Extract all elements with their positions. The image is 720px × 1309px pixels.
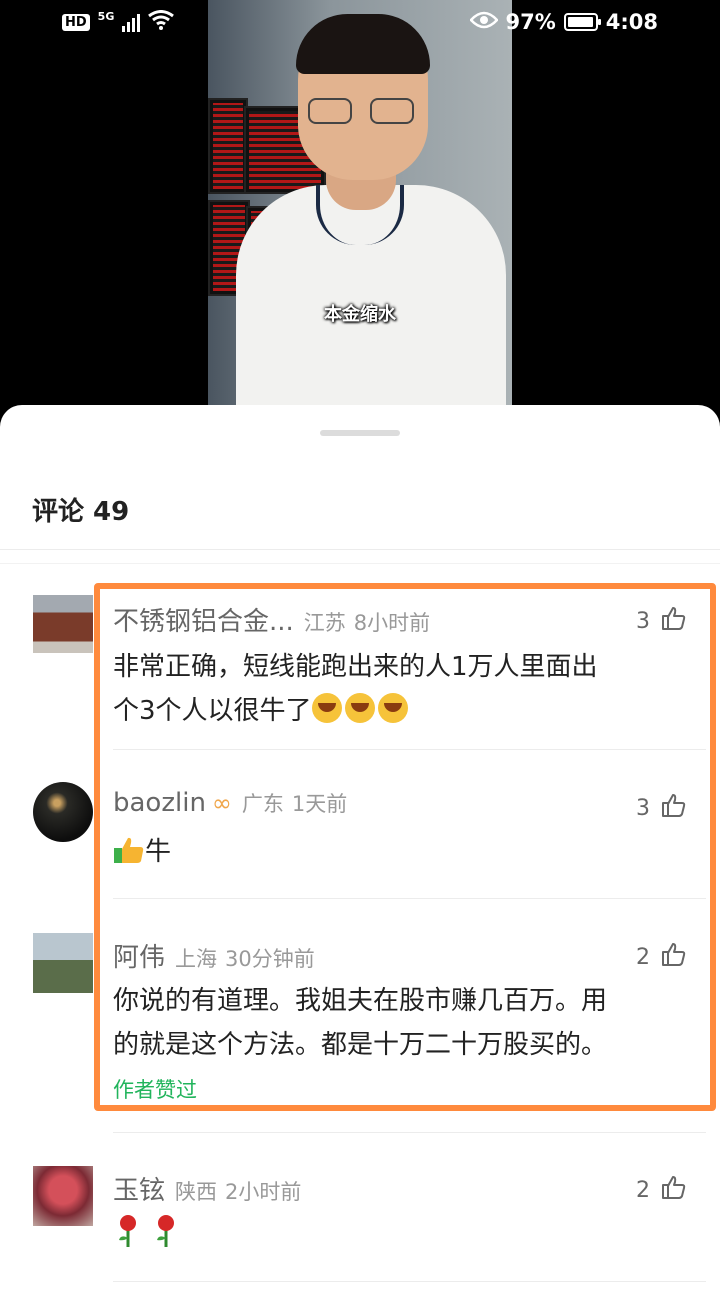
monitor xyxy=(208,98,248,194)
comment-text: 你说的有道理。我姐夫在股市赚几百万。用 的就是这个方法。都是十万二十万股买的。 xyxy=(113,979,693,1067)
rose-emoji-icon xyxy=(113,1215,143,1255)
location: 江苏 xyxy=(303,611,346,635)
status-right: 97% 4:08 xyxy=(468,10,658,34)
comment-text-part: 个3个人以很牛了 xyxy=(113,696,312,726)
like-button[interactable]: 3 xyxy=(636,605,686,637)
comments-sheet: 评论 49 不锈钢铝合金... 江苏 8小时前 3 非常正确，短线能跑出来的人1… xyxy=(0,405,720,1309)
laughing-crying-emoji-icon xyxy=(311,693,342,723)
comment-text-line: 你说的有道理。我姐夫在股市赚几百万。用 xyxy=(113,986,608,1016)
signal-icon xyxy=(122,12,141,32)
comment-text-part: 牛 xyxy=(145,837,172,867)
network-type: 5G xyxy=(97,9,115,23)
comment-divider xyxy=(113,898,706,899)
like-count: 2 xyxy=(636,944,650,970)
avatar[interactable] xyxy=(33,933,93,993)
status-bar: HD 5G 97% 4:08 xyxy=(0,0,720,50)
like-count: 3 xyxy=(636,795,650,821)
like-button[interactable]: 3 xyxy=(636,792,686,824)
battery-icon xyxy=(563,13,601,31)
author-liked-label: 作者赞过 xyxy=(113,1078,197,1102)
like-count: 2 xyxy=(636,1177,650,1203)
divider xyxy=(0,563,720,564)
timestamp: 1天前 xyxy=(291,792,348,816)
like-button[interactable]: 2 xyxy=(636,941,686,973)
glasses xyxy=(308,98,418,128)
comment-text: 牛 xyxy=(113,830,693,874)
username[interactable]: 不锈钢铝合金... xyxy=(113,601,294,638)
comment-divider xyxy=(113,1132,706,1133)
thumbs-up-icon xyxy=(660,792,686,824)
rose-emoji-icon xyxy=(151,1215,181,1255)
thumbs-up-icon xyxy=(660,605,686,637)
drag-handle[interactable] xyxy=(320,430,400,436)
comment-meta: 阿伟 上海 30分钟前 xyxy=(113,937,315,974)
comment-text-line: 个3个人以很牛了 xyxy=(113,689,693,733)
location: 上海 xyxy=(175,947,218,971)
thumbs-up-icon xyxy=(660,1174,686,1206)
thumbs-up-emoji-icon xyxy=(113,837,145,867)
comment-text-line: 非常正确，短线能跑出来的人1万人里面出 xyxy=(113,652,598,682)
comment-text: 非常正确，短线能跑出来的人1万人里面出 个3个人以很牛了 xyxy=(113,645,693,733)
timestamp: 2小时前 xyxy=(225,1180,302,1204)
status-left: HD 5G xyxy=(62,9,175,34)
username[interactable]: 玉铉 xyxy=(113,1170,165,1207)
hd-indicator: HD xyxy=(62,13,90,31)
avatar[interactable] xyxy=(33,782,93,842)
username[interactable]: 阿伟 xyxy=(113,937,165,974)
laughing-crying-emoji-icon xyxy=(344,693,375,723)
avatar[interactable] xyxy=(33,1166,93,1226)
battery-percent: 97% xyxy=(505,10,556,34)
comment-text xyxy=(113,1214,693,1262)
comment-divider xyxy=(113,1281,706,1282)
comment-text-line: 的就是这个方法。都是十万二十万股买的。 xyxy=(113,1030,608,1060)
thumbs-up-icon xyxy=(660,941,686,973)
comment-divider xyxy=(113,749,706,750)
video-subtitle: 本金缩水 xyxy=(324,304,396,325)
avatar[interactable] xyxy=(33,595,93,653)
eye-icon xyxy=(468,10,499,34)
timestamp: 30分钟前 xyxy=(225,947,315,971)
clock: 4:08 xyxy=(605,10,658,34)
like-button[interactable]: 2 xyxy=(636,1174,686,1206)
timestamp: 8小时前 xyxy=(353,611,431,635)
divider xyxy=(0,549,720,550)
location: 陕西 xyxy=(175,1180,218,1204)
like-count: 3 xyxy=(636,608,650,634)
comment-meta: baozlin ∞ 广东 1天前 xyxy=(113,788,347,818)
laughing-crying-emoji-icon xyxy=(377,693,408,723)
infinity-badge-icon: ∞ xyxy=(211,789,232,817)
username[interactable]: baozlin xyxy=(113,788,206,818)
wifi-icon xyxy=(148,10,175,34)
location: 广东 xyxy=(241,792,284,816)
comments-title: 评论 49 xyxy=(32,497,130,527)
comment-meta: 不锈钢铝合金... 江苏 8小时前 xyxy=(113,601,430,638)
video-player[interactable]: 本金缩水 xyxy=(208,0,512,405)
comment-meta: 玉铉 陕西 2小时前 xyxy=(113,1170,301,1207)
